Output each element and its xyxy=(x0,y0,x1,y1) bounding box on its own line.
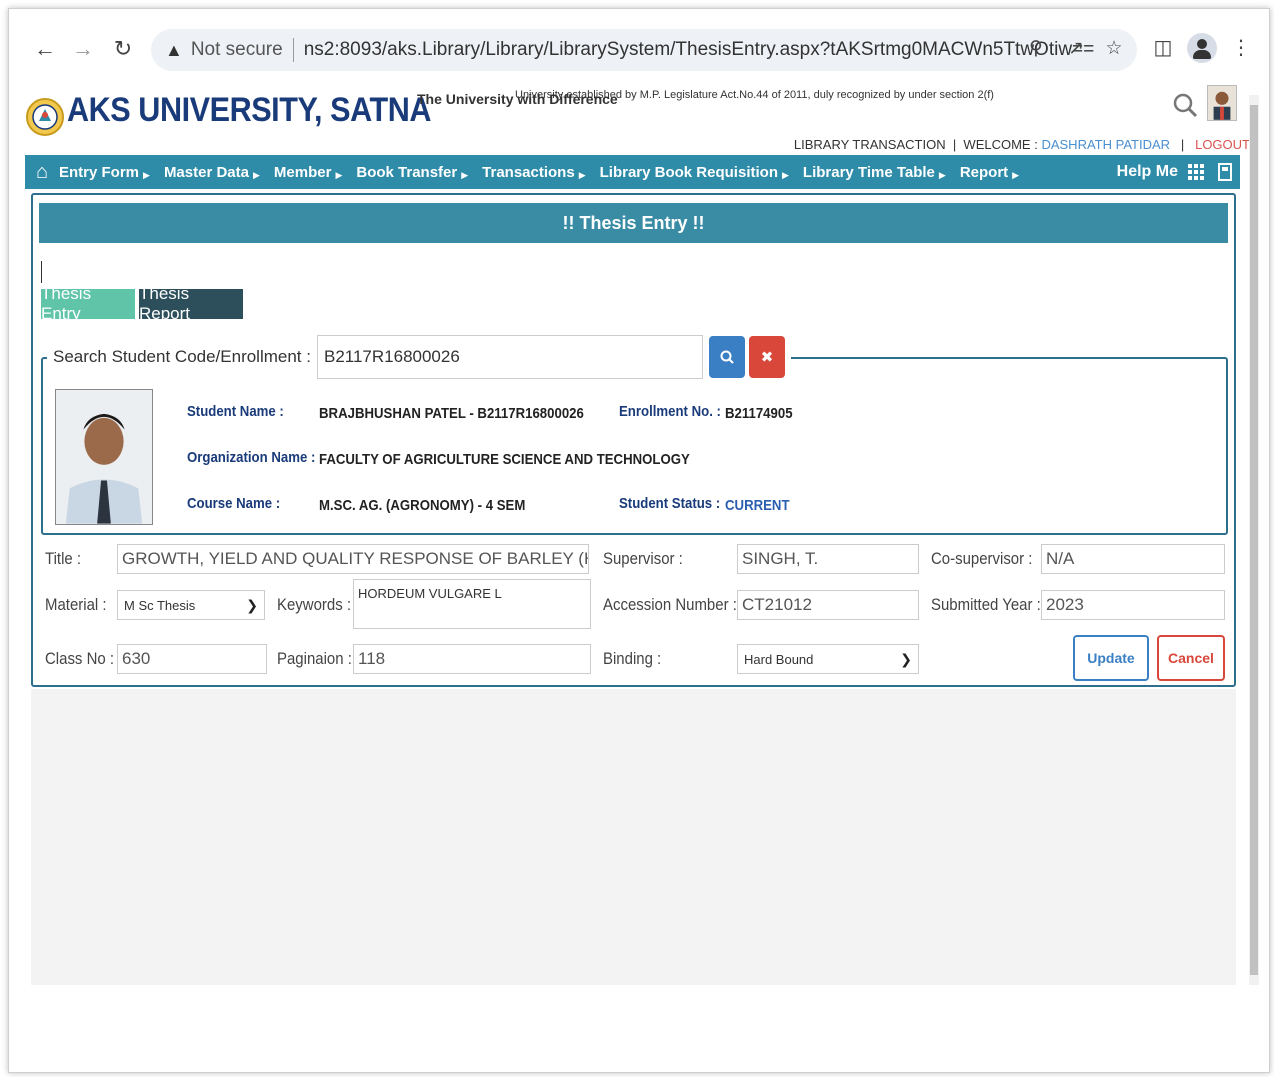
binding-label: Binding : xyxy=(603,649,662,668)
scrollbar-thumb[interactable] xyxy=(1250,105,1258,975)
search-button[interactable] xyxy=(708,336,745,378)
chevron-down-icon: ❯ xyxy=(900,650,912,667)
menu-right: Help Me xyxy=(1117,155,1232,189)
share-icon[interactable]: ↗ xyxy=(1063,37,1089,60)
back-icon[interactable]: ← xyxy=(31,35,59,63)
menu-book-transfer[interactable]: Book Transfer ▶ xyxy=(356,164,468,181)
browser-toolbar: ← → ↻ ▲ Not secure ns2:8093/aks.Library/… xyxy=(9,9,1269,81)
sidepanel-icon[interactable]: ◫ xyxy=(1149,35,1177,60)
chevron-down-icon: ❯ xyxy=(246,596,258,613)
enrollment-label: Enrollment No. : xyxy=(619,403,721,420)
tab-thesis-report[interactable]: Thesis Report xyxy=(139,284,243,323)
clear-search-button[interactable]: ✖ xyxy=(748,336,785,378)
title-input[interactable]: GROWTH, YIELD AND QUALITY RESPONSE OF BA… xyxy=(117,544,589,574)
organization-label: Organization Name : xyxy=(187,449,316,466)
address-bar[interactable]: ▲ Not secure ns2:8093/aks.Library/Librar… xyxy=(151,29,1137,71)
section-label: LIBRARY TRANSACTION xyxy=(793,137,946,152)
update-button[interactable]: Update xyxy=(1073,635,1149,681)
student-status-value: CURRENT xyxy=(725,497,790,514)
student-name-label: Student Name : xyxy=(187,403,284,420)
security-label: Not secure xyxy=(190,39,283,60)
class-no-input[interactable]: 630 xyxy=(117,644,267,674)
text-cursor xyxy=(41,261,42,283)
organization-value: FACULTY OF AGRICULTURE SCIENCE AND TECHN… xyxy=(319,451,690,468)
course-label: Course Name : xyxy=(187,495,281,512)
material-label: Material : xyxy=(45,595,107,614)
vertical-scrollbar[interactable] xyxy=(1249,95,1259,985)
tab-thesis-entry[interactable]: Thesis Entry xyxy=(41,284,135,323)
pagination-input[interactable]: 118 xyxy=(353,644,591,674)
welcome-label: WELCOME : xyxy=(963,137,1038,152)
material-select[interactable]: M Sc Thesis ❯ xyxy=(117,590,265,620)
search-icon[interactable] xyxy=(1171,91,1199,119)
submitted-year-label: Submitted Year : xyxy=(931,595,1041,614)
pagination-label: Paginaion : xyxy=(277,649,352,668)
more-menu-icon[interactable]: ⋮ xyxy=(1227,35,1255,60)
supervisor-input[interactable]: SINGH, T. xyxy=(737,544,919,574)
user-name: DASHRATH PATIDAR xyxy=(1041,137,1171,152)
user-avatar[interactable] xyxy=(1207,85,1237,121)
material-value: M Sc Thesis xyxy=(124,597,196,613)
brand-name: AKS UNIVERSITY, SATNA xyxy=(67,91,432,129)
search-input[interactable] xyxy=(316,335,703,379)
thesis-entry-panel: !! Thesis Entry !! Thesis Entry Thesis R… xyxy=(31,193,1236,687)
title-label: Title : xyxy=(45,549,82,568)
student-photo xyxy=(55,389,153,525)
menu-transactions[interactable]: Transactions ▶ xyxy=(482,164,585,181)
zoom-icon[interactable]: ⚲ xyxy=(1023,37,1049,60)
cancel-button[interactable]: Cancel xyxy=(1157,635,1225,681)
page-body-background xyxy=(31,689,1236,985)
cosupervisor-label: Co-supervisor : xyxy=(931,549,1033,568)
accession-input[interactable]: CT21012 xyxy=(737,590,919,620)
cosupervisor-input[interactable]: N/A xyxy=(1041,544,1225,574)
established-note: University established by M.P. Legislatu… xyxy=(515,89,994,101)
menu-master-data[interactable]: Master Data ▶ xyxy=(164,164,260,181)
home-icon[interactable]: ⌂ xyxy=(25,155,59,189)
profile-icon[interactable] xyxy=(1187,33,1217,63)
university-logo-icon xyxy=(26,98,64,136)
enrollment-value: B21174905 xyxy=(725,405,793,422)
logout-link[interactable]: LOGOUT xyxy=(1195,137,1250,152)
url-text[interactable]: ns2:8093/aks.Library/Library/LibrarySyst… xyxy=(304,39,1095,61)
apps-grid-icon[interactable] xyxy=(1188,164,1204,180)
keywords-textarea[interactable]: HORDEUM VULGARE L xyxy=(353,579,591,629)
student-status-label: Student Status : xyxy=(619,495,721,512)
binding-select[interactable]: Hard Bound ❯ xyxy=(737,644,919,674)
menu-report[interactable]: Report ▶ xyxy=(960,164,1019,181)
menu-member[interactable]: Member ▶ xyxy=(274,164,342,181)
search-legend: Search Student Code/Enrollment : ✖ xyxy=(47,335,791,379)
menu-library-time-table[interactable]: Library Time Table ▶ xyxy=(803,164,946,181)
browser-window: ← → ↻ ▲ Not secure ns2:8093/aks.Library/… xyxy=(8,8,1270,1073)
menu-entry-form[interactable]: Entry Form ▶ xyxy=(59,164,150,181)
accession-label: Accession Number : xyxy=(603,595,737,614)
star-icon[interactable]: ☆ xyxy=(1101,37,1127,60)
help-me-link[interactable]: Help Me xyxy=(1117,163,1178,181)
submitted-year-input[interactable]: 2023 xyxy=(1041,590,1225,620)
search-icon xyxy=(720,350,734,364)
reload-icon[interactable]: ↻ xyxy=(109,35,137,63)
binding-value: Hard Bound xyxy=(744,651,814,667)
warning-icon: ▲ xyxy=(165,39,183,60)
header-links: LIBRARY TRANSACTION | WELCOME : DASHRATH… xyxy=(793,137,1250,152)
supervisor-label: Supervisor : xyxy=(603,549,683,568)
class-no-label: Class No : xyxy=(45,649,115,668)
forward-icon[interactable]: → xyxy=(69,35,97,63)
site-header: AKS UNIVERSITY, SATNA The University wit… xyxy=(9,81,1254,153)
page-title: !! Thesis Entry !! xyxy=(39,203,1228,243)
keywords-label: Keywords : xyxy=(277,595,352,614)
course-value: M.SC. AG. (AGRONOMY) - 4 SEM xyxy=(319,497,526,514)
main-menu: ⌂ Entry Form ▶ Master Data ▶ Member ▶ Book … xyxy=(25,155,1240,189)
menu-library-book-requisition[interactable]: Library Book Requisition ▶ xyxy=(600,164,789,181)
student-name-value: BRAJBHUSHAN PATEL - B2117R16800026 xyxy=(319,405,584,422)
divider xyxy=(292,38,294,62)
search-label: Search Student Code/Enrollment : xyxy=(53,347,311,366)
close-icon: ✖ xyxy=(760,349,774,366)
calculator-icon[interactable] xyxy=(1218,163,1232,181)
